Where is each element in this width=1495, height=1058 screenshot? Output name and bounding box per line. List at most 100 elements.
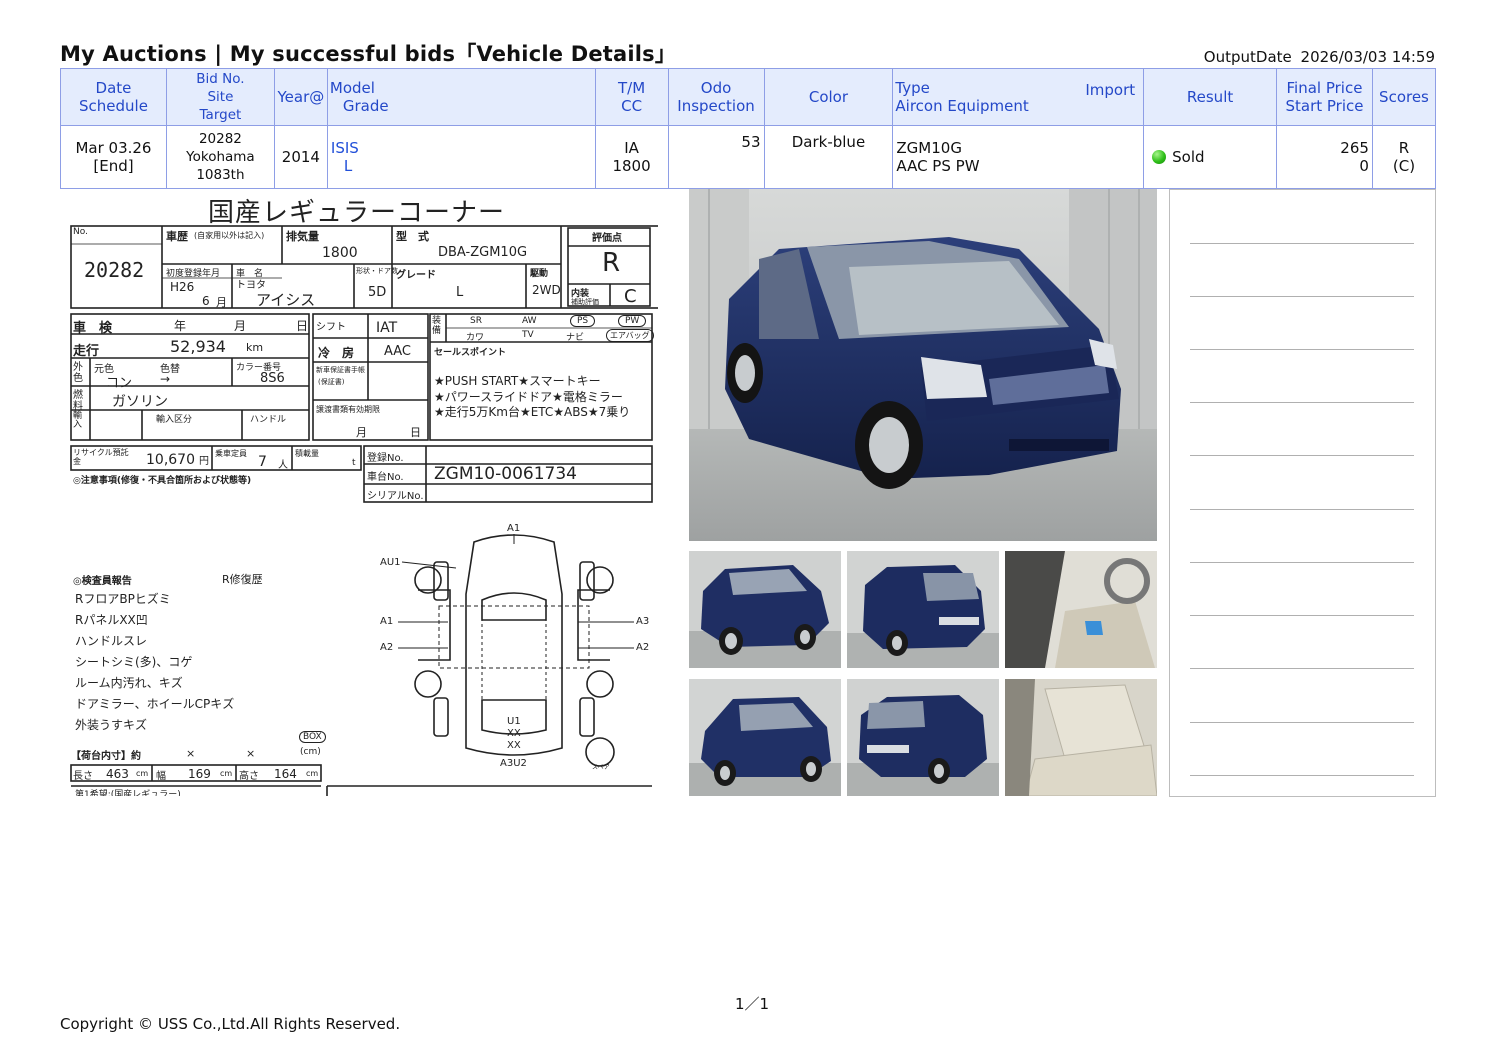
- table-row[interactable]: Mar 03.26 [End] 20282 Yokohama 1083th 20…: [60, 125, 1437, 189]
- memo-line: [1190, 509, 1414, 510]
- sheet-cargo-label: 【荷台内寸】約: [71, 751, 141, 762]
- sheet-chassis-label: 車台No.: [367, 472, 404, 483]
- sheet-registration-expiry-label: 譲渡書類有効期限: [316, 405, 380, 414]
- header-bid-site-target[interactable]: Bid No. Site Target: [165, 68, 275, 126]
- cell-equipment: AAC PS PW: [896, 157, 980, 175]
- thumb-image-6: [1005, 679, 1157, 796]
- header-year[interactable]: Year@: [273, 68, 328, 126]
- sheet-load-unit: t: [352, 458, 356, 468]
- sheet-equip-pw: PW: [618, 315, 647, 327]
- sheet-displacement-label: 排気量: [286, 230, 319, 243]
- output-date-value: 2026/03/03 14:59: [1300, 48, 1435, 66]
- model-link[interactable]: ISIS: [331, 139, 592, 157]
- thumb-rear-seat-photo[interactable]: [1005, 679, 1157, 796]
- sheet-interior-score: C: [624, 286, 637, 307]
- sheet-no-label: No.: [73, 227, 88, 237]
- cell-cc: 1800: [612, 157, 651, 175]
- thumb-image-4: [689, 679, 841, 796]
- sheet-score-label: 評価点: [592, 233, 622, 244]
- cell-scores: R (C): [1371, 125, 1437, 189]
- damage-mark-a1-front: A1: [507, 523, 521, 534]
- sheet-registration-expiry-month: 月: [356, 426, 367, 439]
- memo-line: [1190, 562, 1414, 563]
- sheet-drive-label: 駆動: [530, 269, 549, 279]
- table-header-row: Date Schedule Bid No. Site Target Year@ …: [60, 68, 1437, 126]
- vehicle-details-table: Date Schedule Bid No. Site Target Year@ …: [60, 68, 1437, 189]
- sheet-drive: 2WD: [532, 283, 561, 297]
- header-tm-cc[interactable]: T/M CC: [594, 68, 669, 126]
- sheet-mileage: 52,934: [170, 337, 226, 356]
- header-tm: T/M: [617, 79, 646, 97]
- sheet-aircon: AAC: [384, 344, 411, 359]
- damage-mark-xx-2: XX: [507, 740, 521, 751]
- sheet-shift: IAT: [376, 320, 398, 336]
- sheet-inspector-note-4: シートシミ(多)、コゲ: [75, 655, 193, 669]
- sheet-import-label: 輸入: [73, 411, 83, 430]
- sheet-inspection-year: 年: [174, 319, 187, 333]
- copyright: Copyright © USS Co.,Ltd.All Rights Reser…: [60, 1015, 401, 1033]
- thumb-front-angle-photo[interactable]: [689, 679, 841, 796]
- header-date-schedule[interactable]: Date Schedule: [60, 68, 167, 126]
- sheet-inspector-note-5: ルーム内汚れ、キズ: [75, 676, 183, 690]
- sheet-first-reg-label: 初度登録年月: [166, 269, 221, 279]
- sheet-history-note: (自家用以外は記入): [194, 231, 265, 240]
- sheet-equip-navi: ナビ: [566, 333, 585, 343]
- header-scores[interactable]: Scores: [1371, 68, 1437, 126]
- sheet-import-category-label: 輸入区分: [156, 415, 193, 425]
- header-model: Model: [329, 79, 375, 97]
- sheet-sales-point-1: ★PUSH START★スマートキー: [434, 374, 601, 388]
- thumb-rear-right-photo[interactable]: [847, 679, 999, 796]
- sheet-recycle-unit: 円: [199, 456, 209, 467]
- cell-odo: 53: [667, 125, 765, 189]
- header-price[interactable]: Final Price Start Price: [1276, 68, 1373, 126]
- memo-line: [1190, 455, 1414, 456]
- sheet-equipment-label: 装備: [432, 316, 442, 336]
- sheet-repair-history: R修復歴: [222, 573, 263, 586]
- sheet-model-code-label: 型 式: [396, 230, 429, 243]
- sheet-color-label: 外色: [73, 362, 83, 384]
- header-target: Target: [199, 107, 242, 123]
- sheet-length-label: 長さ: [73, 771, 93, 782]
- header-type-equipment[interactable]: Type Aircon Equipment Import: [892, 68, 1145, 126]
- header-odo: Odo: [700, 79, 732, 97]
- spare-tire-label: スペア: [592, 764, 610, 771]
- memo-line: [1190, 722, 1414, 723]
- damage-mark-xx-1: XX: [507, 728, 521, 739]
- thumb-interior-driver-photo[interactable]: [1005, 551, 1157, 668]
- memo-line: [1190, 668, 1414, 669]
- cell-schedule: [End]: [93, 157, 134, 175]
- sheet-equip-aw: AW: [522, 316, 537, 326]
- sheet-lot-no: 20282: [84, 258, 145, 282]
- sheet-history-label: 車歴: [166, 230, 188, 243]
- cell-date: Mar 03.26: [75, 139, 152, 157]
- header-result[interactable]: Result: [1143, 68, 1278, 126]
- header-model-grade[interactable]: Model Grade: [326, 68, 596, 126]
- thumb-image-5: [847, 679, 999, 796]
- thumb-front-left-photo[interactable]: [689, 551, 841, 668]
- thumb-rear-left-photo[interactable]: [847, 551, 999, 668]
- cell-bid-no: 20282: [198, 131, 242, 147]
- sheet-car-name: アイシス: [256, 291, 316, 309]
- output-date: OutputDate 2026/03/03 14:59: [1200, 48, 1435, 66]
- cell-model-grade: ISIS L: [326, 125, 596, 189]
- header-color[interactable]: Color: [763, 68, 894, 126]
- auction-inspection-sheet[interactable]: 国産レギュラーコーナー No. 20282 車歴 (自家用以外は記入) 排気量 …: [62, 190, 658, 796]
- sheet-grade-label: グレード: [396, 270, 436, 281]
- damage-mark-a2-right: A2: [636, 642, 650, 653]
- sheet-sales-point-label: セールスポイント: [434, 348, 507, 358]
- page-number: 1／1: [735, 995, 770, 1013]
- header-bid-no: Bid No.: [196, 71, 245, 87]
- grade-link[interactable]: L: [331, 157, 592, 175]
- sheet-width: 169: [188, 767, 211, 781]
- sheet-chassis: ZGM10-0061734: [434, 464, 577, 484]
- sheet-displacement: 1800: [322, 245, 358, 261]
- main-vehicle-photo[interactable]: [689, 189, 1157, 541]
- header-start-price: Start Price: [1285, 97, 1364, 115]
- sheet-grade: L: [456, 285, 464, 300]
- header-odo-inspection[interactable]: Odo Inspection: [667, 68, 765, 126]
- sheet-box-label: BOX: [299, 731, 326, 743]
- sheet-notes-label: ◎注意事項(修復・不具合箇所および状態等): [73, 476, 252, 486]
- memo-notes-box[interactable]: [1169, 189, 1436, 797]
- sheet-corner-title: 国産レギュラーコーナー: [208, 198, 506, 228]
- cell-year: 2014: [273, 125, 328, 189]
